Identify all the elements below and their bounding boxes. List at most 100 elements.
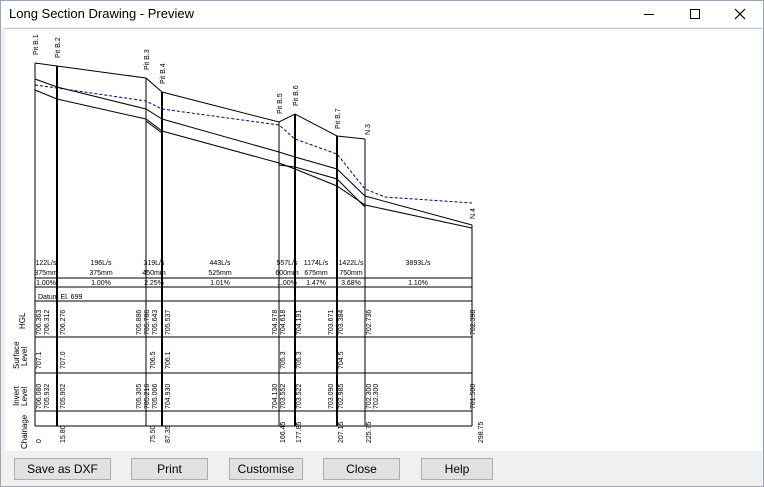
invert-value: 704.930 — [165, 384, 172, 409]
invert-value: 703.552 — [280, 384, 287, 409]
hgl-value: 704.191 — [296, 310, 303, 335]
pipe-flow: 557L/s — [276, 260, 298, 267]
surface-row-label-2: Level — [20, 347, 29, 366]
window-title: Long Section Drawing - Preview — [9, 6, 194, 21]
preview-window: Long Section Drawing - Preview Pit B.1 Pi… — [0, 0, 764, 487]
invert-value: 705.902 — [60, 384, 67, 409]
surface-value: 705.3 — [280, 351, 287, 369]
pit-label: Pit B.3 — [144, 49, 151, 70]
surface-value: 706.1 — [165, 351, 172, 369]
surface-value: 705.3 — [296, 351, 303, 369]
pipe-step-line — [145, 120, 163, 134]
help-button[interactable]: Help — [421, 458, 493, 480]
hgl-value: 705.786 — [144, 310, 151, 335]
long-section-drawing: Pit B.1 Pit B.2 Pit B.3 Pit B.4 Pit B.5 Pit B… — [12, 34, 485, 449]
pipe-size: 750mm — [339, 270, 363, 277]
pipe-grade: 2.25% — [144, 280, 164, 287]
save-as-dxf-button[interactable]: Save as DXF — [14, 458, 111, 480]
pipe-flow: 196L/s — [90, 260, 112, 267]
pit-label: Pit B.4 — [160, 63, 167, 84]
pipe-size: 450mm — [142, 270, 166, 277]
minimize-button[interactable] — [626, 1, 672, 27]
hgl-value: 705.537 — [165, 310, 172, 335]
surface-value: 706.5 — [150, 351, 157, 369]
invert-value: 701.500 — [470, 384, 477, 409]
invert-value: 702.300 — [373, 384, 380, 409]
pipe-grade: 1.00% — [277, 280, 297, 287]
hgl-value: 706.312 — [44, 310, 51, 335]
pipe-size: 600mm — [275, 270, 299, 277]
hgl-value: 703.671 — [328, 310, 335, 335]
pit-label: Pit B.5 — [277, 93, 284, 114]
surface-value: 707.1 — [36, 351, 43, 369]
hgl-value: 703.384 — [338, 310, 345, 335]
surface-value: 707.0 — [60, 351, 67, 369]
pipe-flow: 1422L/s — [339, 260, 364, 267]
pit-label: Pit B.2 — [55, 37, 62, 58]
hgl-value: 705.643 — [152, 310, 159, 335]
pit-label: Pit B.6 — [293, 85, 300, 106]
pit-floor-line — [278, 164, 366, 208]
invert-value: 705.932 — [44, 384, 51, 409]
invert-value: 702.985 — [338, 384, 345, 409]
datum-label: Datum El. 699 — [38, 294, 82, 301]
pipe-flow: 443L/s — [209, 260, 231, 267]
title-bar[interactable]: Long Section Drawing - Preview — [1, 1, 763, 27]
hgl-row-label: HGL — [18, 312, 27, 329]
hgl-value: 706.276 — [60, 310, 67, 335]
pipe-flow: 122L/s — [35, 260, 57, 267]
button-bar: Save as DXF Print Customise Close Help — [1, 453, 763, 485]
hgl-value: 702.398 — [470, 310, 477, 335]
chainage-value: 15.80 — [60, 425, 67, 443]
pipe-grade: 3.68% — [341, 280, 361, 287]
pit-label: N.3 — [365, 124, 372, 135]
chainage-row-label: Chainage — [20, 414, 29, 449]
maximize-icon — [690, 9, 700, 19]
print-button[interactable]: Print — [131, 458, 208, 480]
pit-label: N.4 — [470, 208, 477, 219]
chainage-value: 75.50 — [150, 425, 157, 443]
maximize-button[interactable] — [672, 1, 718, 27]
chainage-value: 298.75 — [478, 421, 485, 443]
chainage-value: 177.85 — [296, 421, 303, 443]
hgl-value: 706.363 — [36, 310, 43, 335]
invert-value: 703.522 — [296, 384, 303, 409]
close-icon — [734, 8, 746, 20]
surface-profile-line — [34, 62, 366, 140]
invert-value: 702.300 — [366, 384, 373, 409]
invert-value: 705.006 — [152, 384, 159, 409]
pit-label: Pit B.1 — [33, 34, 40, 55]
invert-value: 705.216 — [144, 384, 151, 409]
surface-value: 704.5 — [338, 351, 345, 369]
chainage-value: 87.35 — [165, 425, 172, 443]
pipe-size: 525mm — [208, 270, 232, 277]
close-window-button[interactable] — [717, 1, 763, 27]
invert-value: 704.130 — [272, 384, 279, 409]
invert-row-label-2: Level — [20, 387, 29, 406]
close-button[interactable]: Close — [323, 458, 400, 480]
customise-button[interactable]: Customise — [229, 458, 303, 480]
hgl-line — [34, 84, 473, 204]
pipe-flow: 3893L/s — [406, 260, 431, 267]
invert-value: 706.080 — [36, 384, 43, 409]
pipe-flow: 319L/s — [143, 260, 165, 267]
pipe-grade: 1.01% — [210, 280, 230, 287]
pipe-grade: 1.10% — [408, 280, 428, 287]
chainage-value: 166.45 — [280, 421, 287, 443]
drawing-canvas: Pit B.1 Pit B.2 Pit B.3 Pit B.4 Pit B.5 Pit B… — [5, 28, 762, 451]
hgl-value: 705.886 — [136, 310, 143, 335]
pipe-size: 675mm — [304, 270, 328, 277]
pipe-size: 375mm — [34, 270, 58, 277]
hgl-value: 704.618 — [280, 310, 287, 335]
pit-label: Pit B.7 — [335, 108, 342, 129]
minimize-icon — [644, 14, 654, 15]
hgl-value: 704.978 — [272, 310, 279, 335]
pipe-grade: 1.47% — [306, 280, 326, 287]
pipe-grade: 1.00% — [36, 280, 56, 287]
pipe-flow: 1174L/s — [304, 260, 329, 267]
hgl-value: 702.736 — [366, 310, 373, 335]
pipe-size: 375mm — [89, 270, 113, 277]
pipe-obvert-line — [34, 78, 473, 226]
invert-value: 703.090 — [328, 384, 335, 409]
invert-value: 705.305 — [136, 384, 143, 409]
